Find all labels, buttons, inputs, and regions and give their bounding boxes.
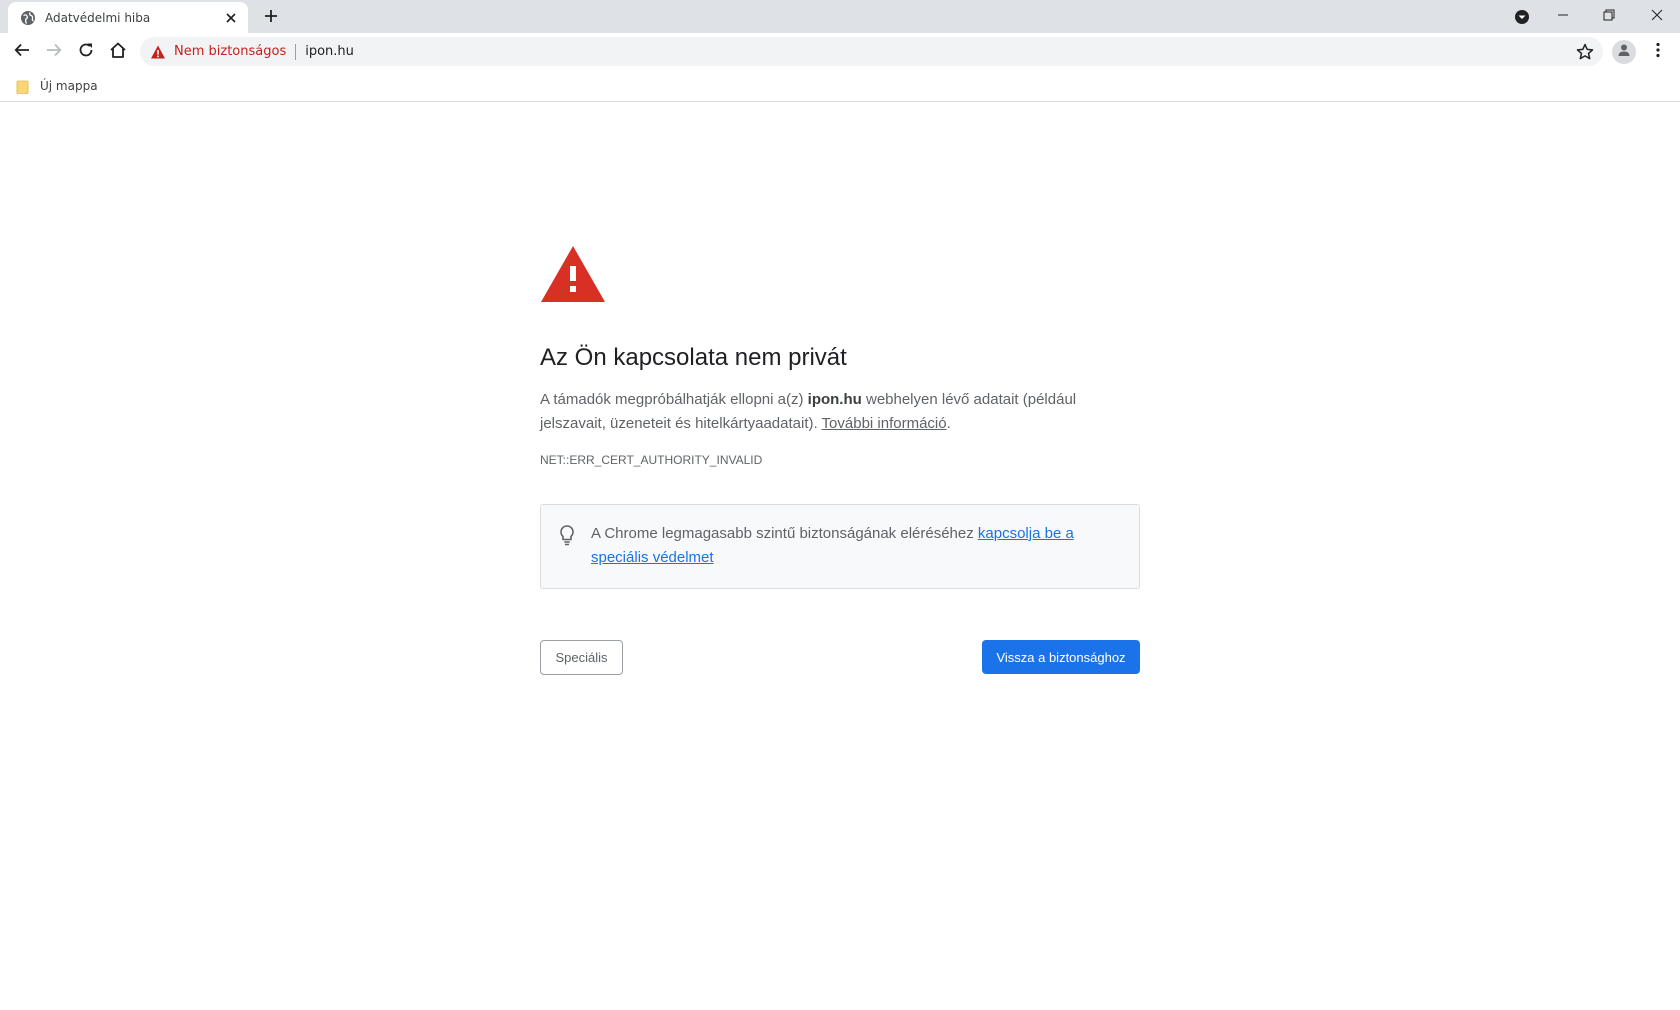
- minimize-button[interactable]: [1540, 0, 1586, 30]
- warning-triangle-icon[interactable]: [150, 44, 166, 60]
- minimize-icon: [1557, 6, 1569, 25]
- error-code: NET::ERR_CERT_AUTHORITY_INVALID: [540, 453, 763, 467]
- explanation-pre: A támadók megpróbálhatják ellopni a(z): [540, 391, 808, 408]
- profile-button[interactable]: [1612, 40, 1636, 64]
- folder-icon: [16, 79, 32, 95]
- person-icon: [1616, 42, 1632, 62]
- tab-strip: Adatvédelmi hiba: [0, 0, 1680, 33]
- forward-arrow-icon: [46, 42, 62, 62]
- enhanced-protection-tip: A Chrome legmagasabb szintű biztonságána…: [540, 504, 1140, 589]
- page-title: Az Ön kapcsolata nem privát: [540, 344, 847, 371]
- new-tab-button[interactable]: [260, 6, 282, 28]
- advanced-button[interactable]: Speciális: [540, 640, 623, 675]
- learn-more-link[interactable]: További információ: [822, 415, 947, 432]
- back-button[interactable]: [8, 38, 36, 66]
- forward-button[interactable]: [40, 38, 68, 66]
- bookmarks-bar: Új mappa: [0, 71, 1680, 102]
- bookmark-label: Új mappa: [40, 79, 98, 93]
- omnibox-divider: [295, 43, 297, 60]
- plus-icon: [264, 8, 278, 27]
- kebab-menu-icon: [1656, 42, 1660, 62]
- close-icon: [1651, 6, 1663, 25]
- home-icon: [109, 41, 127, 63]
- address-bar[interactable]: Nem biztonságos ipon.hu: [140, 37, 1603, 66]
- restore-button[interactable]: [1586, 0, 1632, 30]
- tab-active[interactable]: Adatvédelmi hiba: [8, 2, 248, 33]
- warning-triangle-icon: [540, 244, 606, 304]
- browser-menu-button[interactable]: [1648, 40, 1668, 64]
- toolbar: Nem biztonságos ipon.hu: [0, 33, 1680, 71]
- back-arrow-icon: [14, 42, 30, 62]
- security-status-chip[interactable]: Nem biztonságos: [174, 44, 286, 59]
- close-icon[interactable]: [222, 9, 240, 27]
- tab-search-button[interactable]: [1512, 7, 1532, 27]
- explanation-text: A támadók megpróbálhatják ellopni a(z) i…: [540, 388, 1100, 436]
- chevron-down-icon: [1515, 10, 1529, 24]
- reload-button[interactable]: [72, 38, 100, 66]
- window-close-button[interactable]: [1634, 0, 1680, 30]
- lightbulb-icon: [558, 524, 576, 548]
- back-to-safety-button[interactable]: Vissza a biztonsághoz: [982, 640, 1140, 674]
- explanation-host: ipon.hu: [807, 391, 862, 408]
- tip-text-main: A Chrome legmagasabb szintű biztonságána…: [591, 525, 978, 542]
- bookmark-folder-uj-mappa[interactable]: Új mappa: [10, 75, 104, 97]
- tip-text: A Chrome legmagasabb szintű biztonságána…: [591, 522, 1127, 570]
- url-text[interactable]: ipon.hu: [305, 44, 354, 59]
- globe-icon: [20, 10, 36, 26]
- restore-icon: [1603, 6, 1615, 25]
- bookmark-star-icon[interactable]: [1575, 42, 1595, 62]
- home-button[interactable]: [104, 38, 132, 66]
- tab-title: Adatvédelmi hiba: [45, 10, 151, 25]
- reload-icon: [78, 42, 94, 62]
- explanation-end: .: [946, 415, 951, 432]
